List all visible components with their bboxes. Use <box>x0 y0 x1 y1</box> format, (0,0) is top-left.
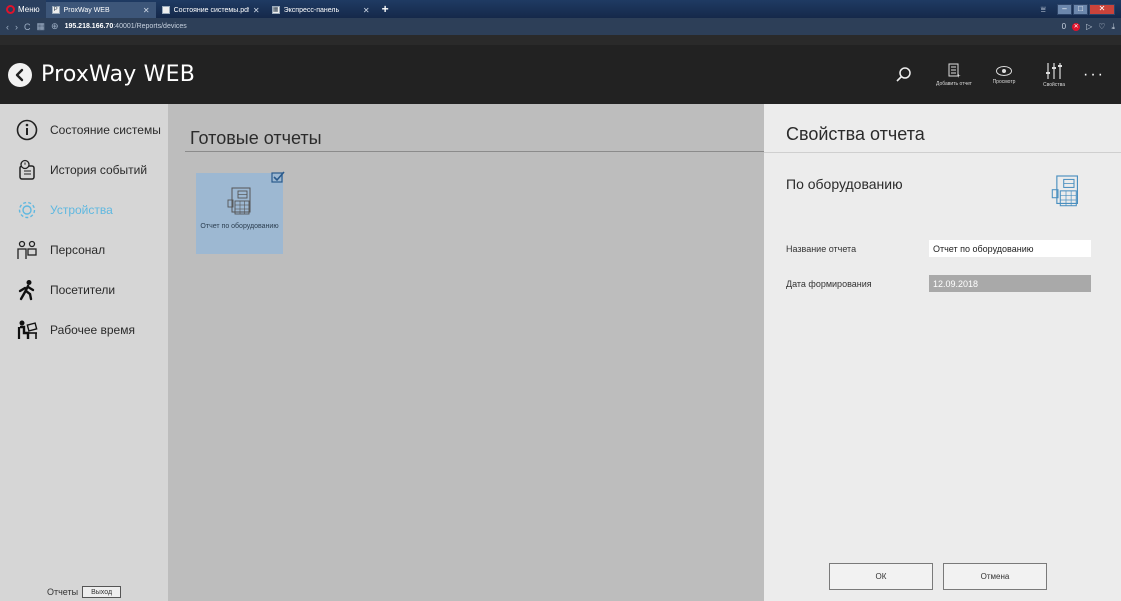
eye-icon <box>996 65 1012 76</box>
sidebar-item-visitors[interactable]: Посетители <box>0 270 168 310</box>
flow-icon[interactable]: ▷ <box>1086 22 1092 31</box>
browser-tab-title: Состояние системы.pdf <box>173 6 249 14</box>
security-icon[interactable]: ⊕ <box>51 21 59 32</box>
sidebar-item-label: Рабочее время <box>50 323 135 337</box>
report-document-icon <box>1051 175 1078 207</box>
exit-button[interactable]: Выход <box>82 586 122 598</box>
address-bar: ‹ › C ▦ ⊕ 195.218.166.70:40001/Reports/d… <box>0 18 1121 35</box>
ok-button[interactable]: ОК <box>829 563 933 590</box>
checkbox-checked-icon[interactable] <box>271 171 285 183</box>
back-arrow-icon[interactable]: ‹ <box>6 22 9 32</box>
app-header: ProxWay WEB + Добавить отчет Просмотр Св… <box>0 45 1121 104</box>
cancel-button[interactable]: Отмена <box>943 563 1047 590</box>
staff-icon <box>16 239 38 261</box>
svg-text:+: + <box>957 74 961 79</box>
browser-tab[interactable]: ▦ Экспресс-панель ✕ <box>266 2 376 18</box>
minimize-button[interactable]: – <box>1057 3 1072 15</box>
browser-tab[interactable]: P ProxWay WEB ✕ <box>45 2 156 18</box>
history-icon <box>16 159 38 181</box>
sidebar-item-label: Состояние системы <box>50 123 161 137</box>
report-type-title: По оборудованию <box>786 176 903 192</box>
adblock-icon[interactable]: ✕ <box>1072 22 1081 31</box>
search-icon <box>896 66 911 82</box>
walker-icon <box>16 279 38 301</box>
heart-icon[interactable]: ♡ <box>1098 22 1105 31</box>
speed-dial-icon: ▦ <box>271 6 280 14</box>
page-title: Готовые отчеты <box>190 128 322 148</box>
worktime-icon <box>16 319 38 341</box>
browser-menu-button[interactable]: Меню <box>0 0 46 18</box>
browser-tab[interactable]: Состояние системы.pdf ✕ <box>156 2 266 18</box>
download-icon[interactable]: ⤓ <box>1111 22 1115 32</box>
browser-tab-title: Экспресс-панель <box>283 6 340 14</box>
header-toolbar: + Добавить отчет Просмотр Свойства ··· <box>879 45 1121 104</box>
properties-divider <box>764 152 1121 153</box>
browser-tab-bar: Меню P ProxWay WEB ✕ Состояние системы.p… <box>0 0 1121 18</box>
sidebar-item-work-time[interactable]: Рабочее время <box>0 310 168 350</box>
sliders-icon <box>1046 62 1062 79</box>
close-window-button[interactable]: ✕ <box>1089 3 1115 15</box>
adblock-count: 0 <box>1061 22 1067 31</box>
info-circle-icon <box>16 119 38 141</box>
creation-date-label: Дата формирования <box>786 279 872 289</box>
reports-label: Отчеты <box>46 587 79 597</box>
window-controls: ⩸ – □ ✕ <box>1041 3 1121 15</box>
creation-date-field <box>929 275 1091 292</box>
more-options-icon[interactable]: ··· <box>1079 66 1109 84</box>
report-card-label: Отчет по оборудованию <box>200 223 279 230</box>
add-report-icon: + <box>948 63 961 79</box>
preview-label: Просмотр <box>992 78 1016 85</box>
url-host: 195.218.166.70 <box>64 23 114 30</box>
properties-button[interactable]: Свойства <box>1029 62 1079 88</box>
report-name-label: Название отчета <box>786 244 857 254</box>
reload-icon[interactable]: C <box>24 22 31 32</box>
url-path: :40001/Reports/devices <box>113 23 187 30</box>
address-bar-tools: 0 ✕ ▷ ♡ ⤓ <box>1062 22 1115 32</box>
sidebar-item-devices[interactable]: Устройства <box>0 190 168 230</box>
grid-icon[interactable]: ▦ <box>37 21 46 32</box>
sidebar-item-label: Посетители <box>50 283 116 297</box>
report-document-icon <box>227 187 250 215</box>
properties-panel: Свойства отчета По оборудованию Название… <box>764 104 1121 601</box>
add-report-button[interactable]: + Добавить отчет <box>929 63 979 87</box>
url-field[interactable]: 195.218.166.70:40001/Reports/devices <box>65 23 187 30</box>
browser-tab-title: ProxWay WEB <box>63 6 110 14</box>
gear-icon <box>16 199 38 221</box>
main-panel: Готовые отчеты Отчет по оборудованию <box>168 104 764 601</box>
report-card[interactable]: Отчет по оборудованию <box>196 171 285 254</box>
back-button[interactable] <box>8 62 32 87</box>
close-tab-icon[interactable]: ✕ <box>143 6 150 15</box>
page-favicon-icon: P <box>51 6 60 14</box>
new-tab-button[interactable]: + <box>376 2 395 16</box>
maximize-button[interactable]: □ <box>1073 3 1088 15</box>
add-report-label: Добавить отчет <box>936 80 972 87</box>
properties-title: Свойства отчета <box>786 124 925 144</box>
close-tab-icon[interactable]: ✕ <box>253 6 260 15</box>
close-tab-icon[interactable]: ✕ <box>363 6 370 15</box>
opera-logo-icon <box>6 4 15 14</box>
forward-arrow-icon[interactable]: › <box>15 22 18 32</box>
sidebar-item-event-history[interactable]: История событий <box>0 150 168 190</box>
pdf-file-icon <box>161 6 170 14</box>
preview-button[interactable]: Просмотр <box>979 65 1029 85</box>
sidebar-item-staff[interactable]: Персонал <box>0 230 168 270</box>
search-button[interactable] <box>879 66 929 84</box>
sidebar-item-label: История событий <box>50 163 148 177</box>
sidebar: Состояние системы История событий Устрой… <box>0 104 168 601</box>
title-divider <box>185 151 764 152</box>
sidebar-item-system-status[interactable]: Состояние системы <box>0 110 168 150</box>
properties-label: Свойства <box>1043 81 1065 88</box>
browser-separator <box>0 35 1121 45</box>
browser-menu-label: Меню <box>18 4 40 14</box>
chevron-left-icon <box>15 68 24 81</box>
tab-menu-icon[interactable]: ⩸ <box>1041 4 1046 15</box>
report-name-input[interactable] <box>929 240 1091 257</box>
app-title: ProxWay WEB <box>41 62 196 87</box>
sidebar-item-label: Персонал <box>50 243 106 257</box>
sidebar-footer: Отчеты Выход <box>0 583 168 601</box>
sidebar-item-label: Устройства <box>50 203 113 217</box>
app-root: Меню P ProxWay WEB ✕ Состояние системы.p… <box>0 0 1121 601</box>
